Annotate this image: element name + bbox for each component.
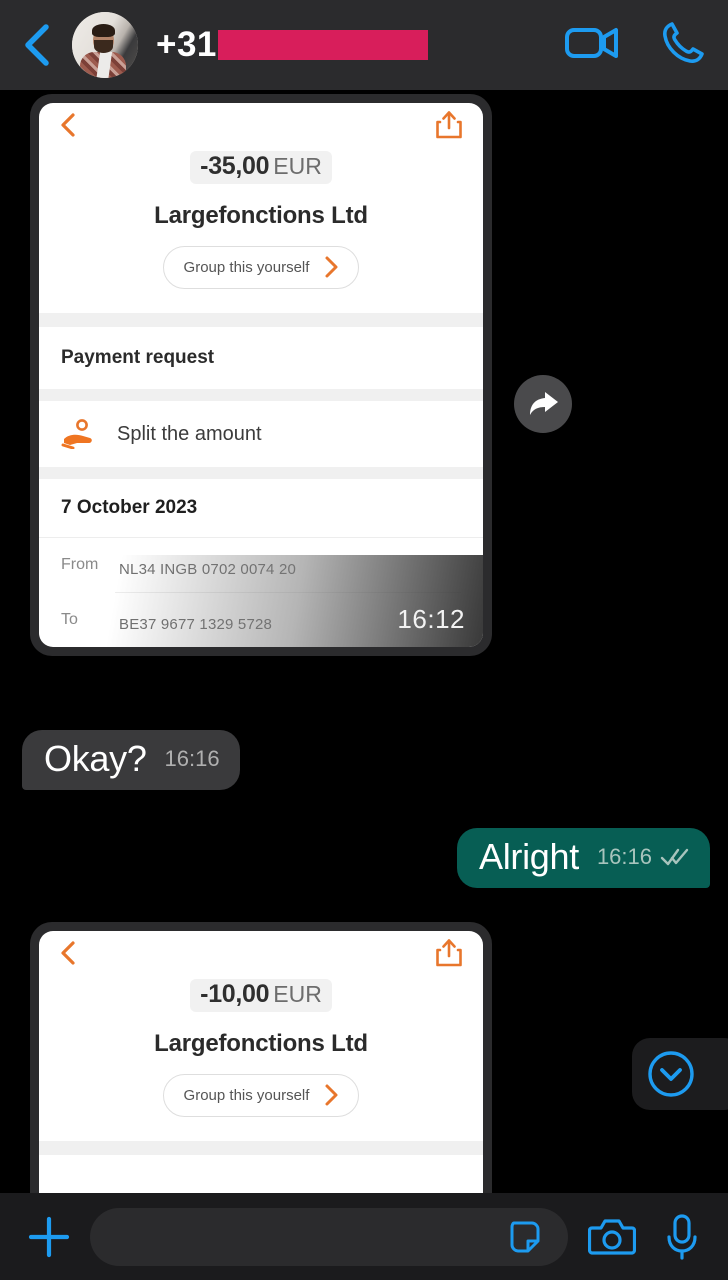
chevron-down-circle-icon: [648, 1051, 694, 1097]
card-share-button[interactable]: [435, 110, 463, 145]
camera-icon: [588, 1218, 636, 1255]
phone-prefix: +31: [156, 25, 217, 64]
amount-chip: -10,00 EUR: [190, 979, 332, 1012]
chevron-right-icon: [325, 256, 338, 278]
incoming-message-bubble[interactable]: Okay? 16:16: [22, 730, 240, 790]
amount-value: -35,00: [200, 152, 270, 180]
payment-card-summary-2: -10,00 EUR Largefonctions Ltd Group this …: [39, 965, 483, 1141]
whatsapp-chat-screen: +31 -35,00 EUR Largefonctions Ltd Group …: [0, 0, 728, 1280]
voice-call-button[interactable]: [660, 20, 706, 71]
card-back-button[interactable]: [59, 940, 77, 971]
payment-card-topbar: [39, 103, 483, 138]
message-text: Okay?: [44, 738, 147, 779]
card-divider-2: [39, 467, 483, 479]
to-label: To: [61, 611, 78, 628]
message-list[interactable]: -35,00 EUR Largefonctions Ltd Group this …: [0, 90, 728, 1193]
camera-button[interactable]: [584, 1209, 640, 1265]
card-share-button[interactable]: [435, 938, 463, 973]
video-camera-icon: [565, 27, 618, 58]
message-timestamp: 16:12: [397, 604, 465, 634]
chevron-left-icon: [61, 940, 75, 965]
transaction-date-row: 7 October 2023: [39, 479, 483, 538]
attach-button[interactable]: [18, 1206, 80, 1268]
payment-request-title: Payment request: [61, 347, 215, 368]
from-value: NL34 INGB 0702 0074 20: [119, 552, 461, 578]
avatar-beard: [94, 40, 113, 53]
header-actions: [564, 20, 706, 71]
amount-currency: EUR: [273, 981, 322, 1007]
message-input-container[interactable]: [90, 1207, 568, 1266]
card-section-gap: [39, 313, 483, 327]
payment-card: -35,00 EUR Largefonctions Ltd Group this …: [39, 103, 483, 647]
split-the-amount-label: Split the amount: [117, 422, 262, 445]
merchant-name: Largefonctions Ltd: [154, 1030, 368, 1057]
phone-number-redaction: [217, 30, 428, 60]
scroll-to-bottom-button[interactable]: [632, 1038, 728, 1110]
chevron-left-icon: [25, 24, 49, 66]
video-call-button[interactable]: [564, 23, 620, 68]
forward-arrow-icon: [530, 392, 558, 415]
double-check-icon: [660, 848, 689, 865]
payment-card-2: -10,00 EUR Largefonctions Ltd Group this …: [39, 931, 483, 1193]
from-row: From NL34 INGB 0702 0074 20: [39, 538, 483, 592]
pill-label: Group this yourself: [183, 258, 310, 276]
plus-icon: [28, 1216, 70, 1257]
pill-label: Group this yourself: [183, 1086, 310, 1104]
amount-chip: -35,00 EUR: [190, 151, 332, 184]
from-iban: NL34 INGB 0702 0074 20: [119, 561, 297, 578]
share-upload-icon: [436, 938, 462, 966]
message-meta: 16:16: [597, 844, 690, 876]
chevron-right-icon: [325, 1084, 338, 1106]
sticker-icon: [510, 1221, 540, 1252]
chevron-left-icon: [61, 112, 75, 137]
payment-request-section-2: [39, 1155, 483, 1193]
forward-message-button[interactable]: [514, 375, 572, 433]
microphone-icon: [667, 1213, 697, 1260]
from-label: From: [61, 556, 99, 573]
contact-name[interactable]: +31: [156, 25, 556, 65]
microphone-button[interactable]: [654, 1209, 710, 1265]
card-divider: [39, 389, 483, 401]
message-timestamp: 16:16: [164, 745, 220, 771]
message-meta: 16:16: [165, 746, 220, 778]
hand-coin-icon: [61, 419, 92, 449]
amount-value: -10,00: [200, 980, 270, 1008]
card-back-button[interactable]: [59, 112, 77, 143]
message-composer: [0, 1193, 728, 1280]
payment-card-summary: -35,00 EUR Largefonctions Ltd Group this …: [39, 137, 483, 313]
message-timestamp: 16:16: [596, 843, 652, 869]
group-this-yourself-button[interactable]: Group this yourself: [162, 246, 360, 289]
chat-header: +31: [0, 0, 728, 90]
merchant-name: Largefonctions Ltd: [154, 202, 368, 229]
payment-card-message-2[interactable]: -10,00 EUR Largefonctions Ltd Group this …: [30, 922, 492, 1193]
payment-card-topbar-2: [39, 931, 483, 966]
phone-icon: [663, 21, 704, 63]
back-button[interactable]: [14, 17, 60, 73]
amount-currency: EUR: [273, 153, 322, 179]
message-text: Alright: [478, 836, 579, 877]
avatar-hair: [92, 24, 115, 37]
sticker-button[interactable]: [498, 1209, 554, 1265]
outgoing-message-bubble[interactable]: Alright 16:16: [456, 828, 710, 888]
card-section-gap-2: [39, 1141, 483, 1155]
message-input[interactable]: [114, 1222, 498, 1251]
payment-request-section: Payment request: [39, 327, 483, 389]
group-this-yourself-button[interactable]: Group this yourself: [162, 1074, 360, 1117]
split-the-amount-row[interactable]: Split the amount: [39, 401, 483, 467]
payment-card-message[interactable]: -35,00 EUR Largefonctions Ltd Group this …: [30, 94, 492, 656]
transaction-date: 7 October 2023: [61, 497, 198, 518]
avatar[interactable]: [72, 12, 138, 78]
share-upload-icon: [436, 110, 462, 138]
